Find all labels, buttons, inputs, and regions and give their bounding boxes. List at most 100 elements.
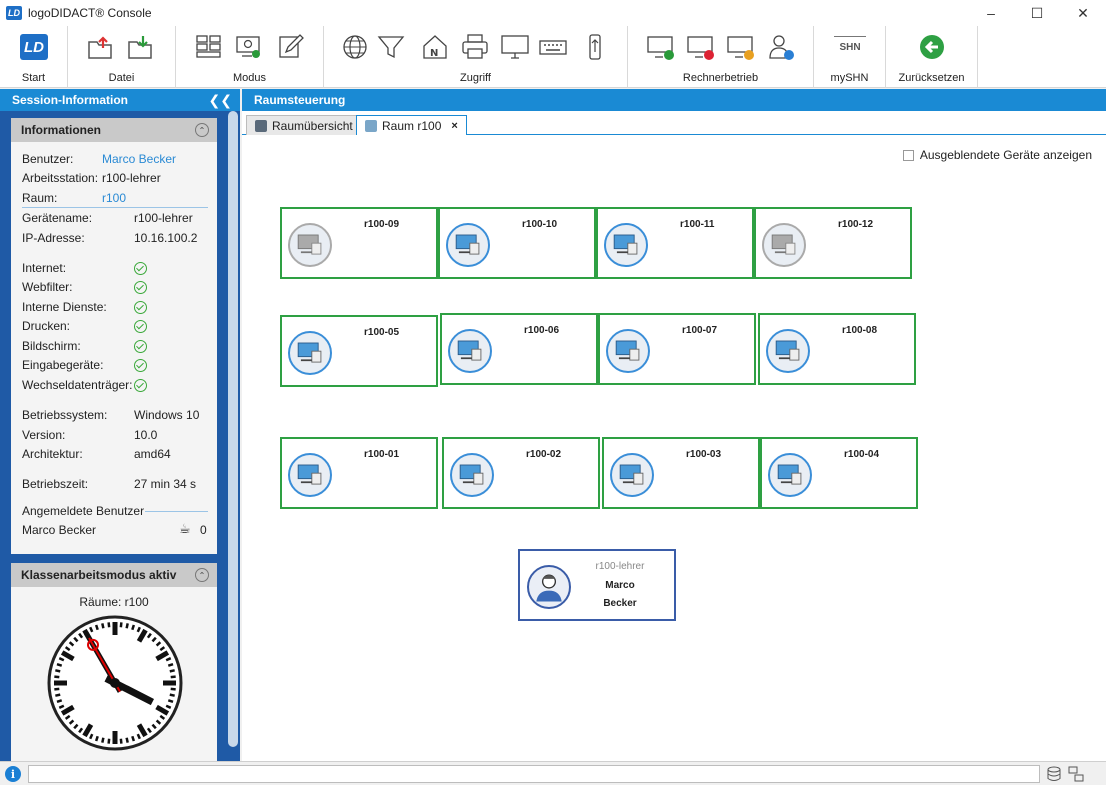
betriebszeit-value: 27 min 34 s bbox=[134, 477, 197, 491]
pc-tile-r100-05[interactable]: r100-05 bbox=[280, 315, 438, 387]
pc-name: r100-08 bbox=[842, 325, 878, 336]
folder-download-icon[interactable] bbox=[126, 32, 156, 62]
collapse-panel-icon[interactable]: ❮❮ bbox=[209, 92, 232, 109]
pc-restart-icon[interactable] bbox=[726, 32, 756, 62]
start-label: Start bbox=[21, 72, 46, 84]
pc-tile-r100-03[interactable]: r100-03 bbox=[602, 437, 760, 509]
minimize-button[interactable]: – bbox=[968, 0, 1014, 26]
computer-icon bbox=[610, 453, 654, 497]
status-message-field bbox=[28, 765, 1040, 783]
monitor-icon[interactable] bbox=[500, 32, 530, 62]
bildschirm-label: Bildschirm: bbox=[22, 339, 81, 353]
teacher-tile[interactable]: r100-lehrer Marco Becker bbox=[518, 549, 676, 621]
status-bar: i bbox=[0, 761, 1106, 785]
raum-label: Raum: bbox=[22, 191, 58, 205]
info-icon[interactable]: i bbox=[5, 766, 21, 782]
usb-drive-icon[interactable] bbox=[580, 32, 610, 62]
pc-tile-r100-09[interactable]: r100-09 bbox=[280, 207, 438, 279]
user-logoff-icon[interactable] bbox=[766, 32, 796, 62]
pc-name: r100-07 bbox=[682, 325, 718, 336]
folder-upload-icon[interactable] bbox=[86, 32, 116, 62]
wechseldatentraeger-check-icon bbox=[134, 379, 147, 392]
architektur-label: Architektur: bbox=[22, 447, 83, 461]
computer-icon bbox=[288, 453, 332, 497]
bildschirm-check-icon bbox=[134, 340, 147, 353]
computer-icon bbox=[766, 329, 810, 373]
grid-layout-icon[interactable] bbox=[194, 32, 224, 62]
pc-name: r100-04 bbox=[844, 449, 880, 460]
edit-icon[interactable] bbox=[276, 32, 306, 62]
raeume-label: Räume: r100 bbox=[79, 595, 149, 609]
webfilter-label: Webfilter: bbox=[22, 280, 73, 294]
printer-icon[interactable] bbox=[460, 32, 490, 62]
pc-tile-r100-06[interactable]: r100-06 bbox=[440, 313, 598, 385]
maximize-button[interactable]: ☐ bbox=[1014, 0, 1060, 26]
collapse-up-icon[interactable]: ⌃ bbox=[195, 123, 209, 137]
computer-icon bbox=[604, 223, 648, 267]
network-icon[interactable] bbox=[1068, 766, 1084, 782]
teacher-first-name: Marco bbox=[605, 580, 635, 591]
database-icon[interactable] bbox=[1046, 766, 1062, 782]
benutzer-label: Benutzer: bbox=[22, 152, 74, 166]
show-hidden-devices-checkbox[interactable] bbox=[902, 149, 914, 161]
raumsteuerung-title: Raumsteuerung bbox=[254, 93, 346, 107]
tab-bar: Raumübersicht Raum r100 × bbox=[242, 111, 1106, 136]
rechnerbetrieb-label: Rechnerbetrieb bbox=[682, 72, 759, 84]
pc-name: r100-03 bbox=[686, 449, 722, 460]
drucken-check-icon bbox=[134, 320, 147, 333]
benutzer-value[interactable]: Marco Becker bbox=[102, 152, 176, 166]
ip-label: IP-Adresse: bbox=[22, 231, 85, 245]
filter-icon[interactable] bbox=[376, 32, 406, 62]
klassenarbeitsmodus-title: Klassenarbeitsmodus aktiv bbox=[21, 568, 177, 582]
svg-text:N: N bbox=[430, 48, 438, 59]
tab-raum-r100[interactable]: Raum r100 × bbox=[356, 115, 467, 136]
keyboard-icon[interactable] bbox=[538, 32, 568, 62]
pc-name: r100-06 bbox=[524, 325, 560, 336]
pc-tile-r100-01[interactable]: r100-01 bbox=[280, 437, 438, 509]
globe-icon[interactable] bbox=[340, 32, 370, 62]
tab-raumuebersicht[interactable]: Raumübersicht bbox=[246, 115, 362, 135]
zugriff-label: Zugriff bbox=[460, 72, 491, 84]
teacher-last-name: Becker bbox=[603, 598, 637, 609]
pc-tile-r100-04[interactable]: r100-04 bbox=[760, 437, 918, 509]
modus-label: Modus bbox=[232, 72, 267, 84]
presentation-icon[interactable] bbox=[234, 32, 264, 62]
webfilter-check-icon bbox=[134, 281, 147, 294]
start-icon[interactable]: LD bbox=[20, 34, 48, 60]
informationen-box: Informationen ⌃ Benutzer: Marco Becker A… bbox=[11, 118, 217, 554]
ribbon-group-zugriff: N Zugriff bbox=[324, 26, 628, 88]
klassenarbeitsmodus-header[interactable]: Klassenarbeitsmodus aktiv ⌃ bbox=[11, 563, 217, 587]
raum-value[interactable]: r100 bbox=[102, 191, 126, 205]
ip-value: 10.16.100.2 bbox=[134, 231, 198, 245]
pc-tile-r100-11[interactable]: r100-11 bbox=[596, 207, 754, 279]
pc-tile-r100-02[interactable]: r100-02 bbox=[442, 437, 600, 509]
close-tab-icon[interactable]: × bbox=[451, 120, 457, 132]
datei-label: Datei bbox=[108, 72, 135, 84]
separator bbox=[22, 207, 208, 208]
collapse-up-icon[interactable]: ⌃ bbox=[195, 568, 209, 582]
show-hidden-devices-option[interactable]: Ausgeblendete Geräte anzeigen bbox=[902, 148, 1092, 162]
interne-dienste-label: Interne Dienste: bbox=[22, 300, 107, 314]
pc-tile-r100-10[interactable]: r100-10 bbox=[438, 207, 596, 279]
informationen-header[interactable]: Informationen ⌃ bbox=[11, 118, 217, 142]
close-button[interactable]: ✕ bbox=[1060, 0, 1106, 26]
betriebszeit-label: Betriebszeit: bbox=[22, 477, 89, 491]
pc-shutdown-icon[interactable] bbox=[686, 32, 716, 62]
pc-tile-r100-08[interactable]: r100-08 bbox=[758, 313, 916, 385]
show-hidden-devices-label: Ausgeblendete Geräte anzeigen bbox=[919, 148, 1092, 162]
home-network-icon[interactable]: N bbox=[420, 32, 450, 62]
ribbon-group-myshn: SHN mySHN bbox=[814, 26, 886, 88]
left-panel-scrollbar[interactable] bbox=[228, 111, 238, 747]
pc-tile-r100-12[interactable]: r100-12 bbox=[754, 207, 912, 279]
internet-check-icon bbox=[134, 262, 147, 275]
pc-name: r100-01 bbox=[364, 449, 400, 460]
eingabegeraete-label: Eingabegeräte: bbox=[22, 358, 104, 372]
reset-arrow-icon[interactable] bbox=[917, 32, 947, 62]
pc-power-on-icon[interactable] bbox=[646, 32, 676, 62]
architektur-value: amd64 bbox=[134, 447, 171, 461]
session-information-header: Session-Information ❮❮ bbox=[0, 89, 240, 111]
myshn-icon[interactable]: SHN bbox=[834, 36, 866, 58]
raumsteuerung-header: Raumsteuerung bbox=[242, 89, 1106, 111]
pc-tile-r100-07[interactable]: r100-07 bbox=[598, 313, 756, 385]
geraetename-label: Gerätename: bbox=[22, 211, 93, 225]
